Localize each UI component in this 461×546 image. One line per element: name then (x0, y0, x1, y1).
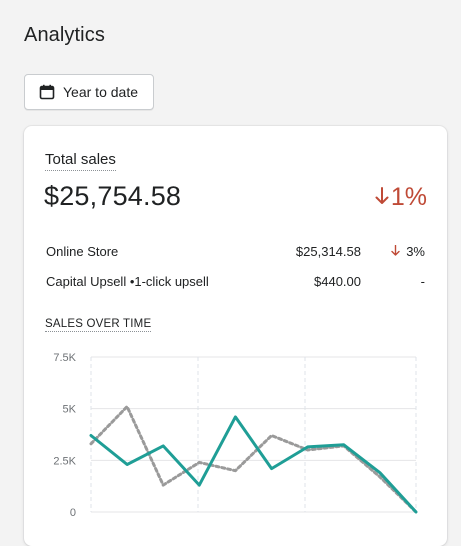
total-sales-value: $25,754.58 (44, 181, 182, 211)
total-sales-title[interactable]: Total sales (45, 151, 116, 171)
breakdown-change-value: 3% (406, 244, 425, 259)
breakdown-change: - (421, 274, 425, 289)
breakdown-amount: $25,314.58 (295, 244, 361, 259)
breakdown-change-value: - (420, 274, 425, 289)
total-sales-change: 1% (375, 183, 427, 212)
page-title: Analytics (24, 24, 105, 46)
breakdown-change: 3% (391, 244, 425, 259)
breakdown-row: Online Store $25,314.58 3% (46, 244, 425, 264)
arrow-down-icon (391, 244, 400, 259)
breakdown-row: Capital Upsell •1-click upsell $440.00 - (46, 274, 425, 294)
breakdown-amount: $440.00 (314, 274, 361, 289)
total-sales-change-value: 1% (390, 183, 427, 211)
calendar-icon (39, 84, 55, 100)
breakdown-name: Online Store (46, 244, 119, 259)
arrow-down-icon (375, 183, 389, 212)
date-range-button[interactable]: Year to date (24, 74, 154, 110)
date-range-label: Year to date (63, 84, 138, 100)
chart-title: SALES OVER TIME (45, 318, 152, 332)
breakdown-name: Capital Upsell •1-click upsell (46, 274, 209, 289)
total-sales-card: Total sales $25,754.58 1% Online Store $… (24, 126, 447, 546)
